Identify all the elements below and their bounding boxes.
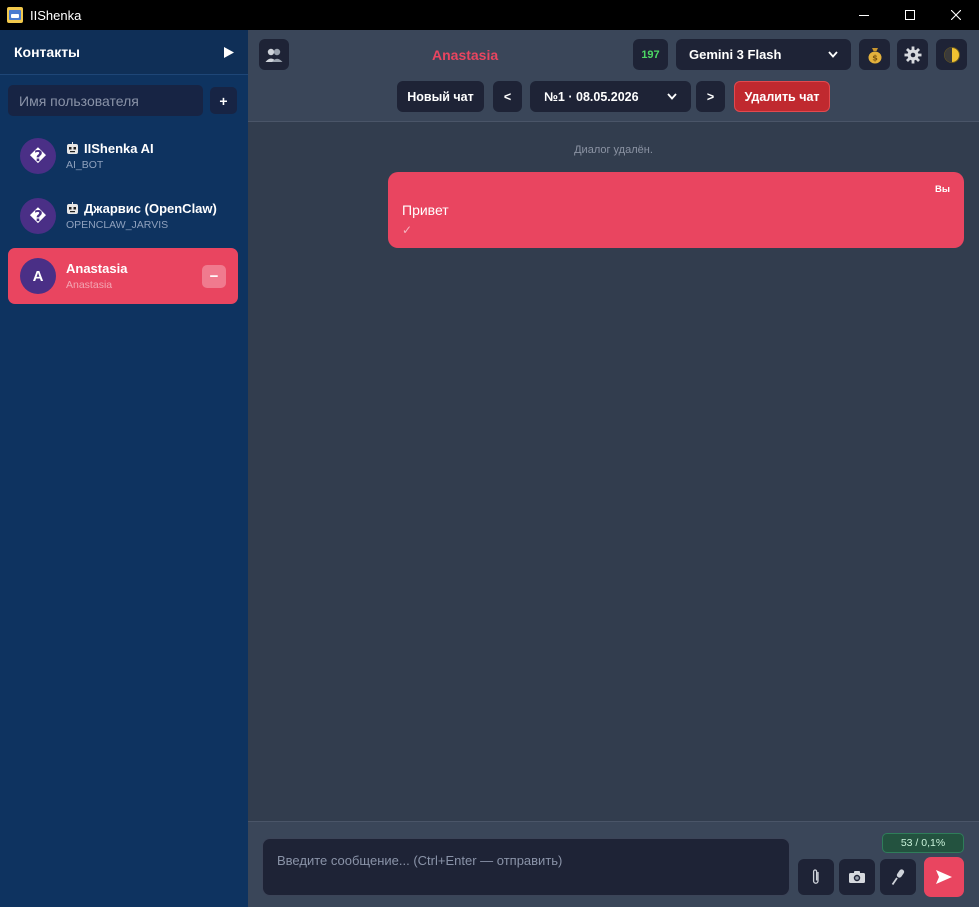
message-sender: Вы (935, 184, 950, 195)
character-counter: 53 / 0,1% (882, 833, 964, 853)
new-chat-button[interactable]: Новый чат (397, 81, 484, 112)
bot-icon (67, 202, 78, 214)
contact-name: Джарвис (OpenClaw) (66, 201, 217, 216)
message-composer: 53 / 0,1% Введите сообщение... (Ctrl+Ent… (248, 821, 979, 907)
chat-header: Anastasia 197 Gemini 3 Flash $ Новый чат… (248, 30, 979, 122)
minimize-icon (859, 15, 869, 16)
remove-contact-button[interactable]: − (202, 265, 226, 288)
microphone-icon (891, 869, 905, 886)
contact-handle: Anastasia (66, 279, 113, 291)
contact-item-anastasia[interactable]: A Anastasia Anastasia − (8, 248, 238, 304)
prev-chat-button[interactable]: < (493, 81, 522, 112)
sidebar-header: Контакты (0, 30, 248, 75)
paperclip-icon (812, 869, 819, 884)
next-chat-label: > (706, 89, 715, 104)
camera-button[interactable] (839, 859, 875, 895)
close-icon (951, 10, 961, 20)
contact-item-jarvis[interactable]: � Джарвис (OpenClaw) OPENCLAW_JARVIS (8, 188, 238, 244)
message-bubble-outgoing: Вы Привет ✓ (388, 172, 964, 248)
model-select[interactable]: Gemini 3 Flash (676, 39, 851, 70)
half-moon-icon (943, 46, 960, 63)
window-controls (841, 0, 979, 30)
avatar: � (20, 138, 56, 174)
contact-handle: OPENCLAW_JARVIS (66, 219, 169, 231)
money-bag-button[interactable]: $ (859, 39, 890, 70)
sidebar-title: Контакты (14, 44, 81, 60)
contact-item-iishenka-ai[interactable]: � IIShenka AI AI_BOT (8, 128, 238, 184)
chat-main: Anastasia 197 Gemini 3 Flash $ Новый чат… (248, 30, 979, 907)
svg-text:$: $ (872, 53, 878, 62)
maximize-button[interactable] (887, 0, 933, 30)
contacts-toggle-button[interactable] (259, 39, 289, 70)
next-chat-button[interactable]: > (696, 81, 725, 112)
send-button[interactable] (924, 857, 964, 897)
token-count: 197 (641, 48, 660, 61)
contact-name-text: Джарвис (OpenClaw) (84, 201, 217, 216)
attach-file-button[interactable] (798, 859, 834, 895)
window-titlebar: IIShenka (0, 0, 979, 30)
contact-name: IIShenka AI (66, 141, 154, 156)
chevron-down-icon (667, 93, 677, 100)
delete-chat-button[interactable]: Удалить чат (734, 81, 830, 112)
message-text: Привет (402, 202, 449, 218)
message-input[interactable]: Введите сообщение... (Ctrl+Enter — отпра… (262, 838, 790, 896)
contacts-sidebar: Контакты Имя пользователя + � IIShenka A… (0, 30, 248, 907)
avatar: � (20, 198, 56, 234)
new-chat-label: Новый чат (407, 89, 474, 104)
gear-icon (904, 46, 921, 63)
prev-chat-label: < (503, 89, 512, 104)
chevron-down-icon (828, 51, 838, 58)
users-icon (265, 48, 283, 62)
model-select-value: Gemini 3 Flash (689, 47, 782, 62)
add-contact-button[interactable]: + (210, 87, 237, 114)
money-bag-icon: $ (868, 47, 881, 63)
send-arrow-icon (936, 870, 952, 884)
contact-name-text: IIShenka AI (84, 141, 154, 156)
chat-session-select[interactable]: №1 · 08.05.2026 (530, 81, 691, 112)
bot-icon (67, 142, 78, 154)
camera-icon (849, 871, 865, 883)
token-count-badge: 197 (633, 39, 668, 70)
theme-toggle-button[interactable] (936, 39, 967, 70)
message-status-check: ✓ (402, 223, 413, 237)
app-icon (7, 7, 23, 23)
contact-handle: AI_BOT (66, 159, 104, 171)
minimize-button[interactable] (841, 0, 887, 30)
microphone-button[interactable] (880, 859, 916, 895)
delete-chat-label: Удалить чат (744, 89, 820, 104)
settings-button[interactable] (897, 39, 928, 70)
close-button[interactable] (933, 0, 979, 30)
window-title: IIShenka (30, 7, 82, 23)
play-arrow-icon (224, 46, 234, 58)
maximize-icon (905, 10, 915, 20)
system-note: Диалог удалён. (574, 144, 653, 156)
sidebar-toggle-button[interactable] (224, 46, 234, 58)
avatar: A (20, 258, 56, 294)
contact-name: Anastasia (66, 261, 128, 276)
chat-session-value: №1 · 08.05.2026 (544, 89, 639, 104)
chat-title: Anastasia (432, 47, 499, 63)
username-search-input[interactable]: Имя пользователя (8, 85, 203, 116)
